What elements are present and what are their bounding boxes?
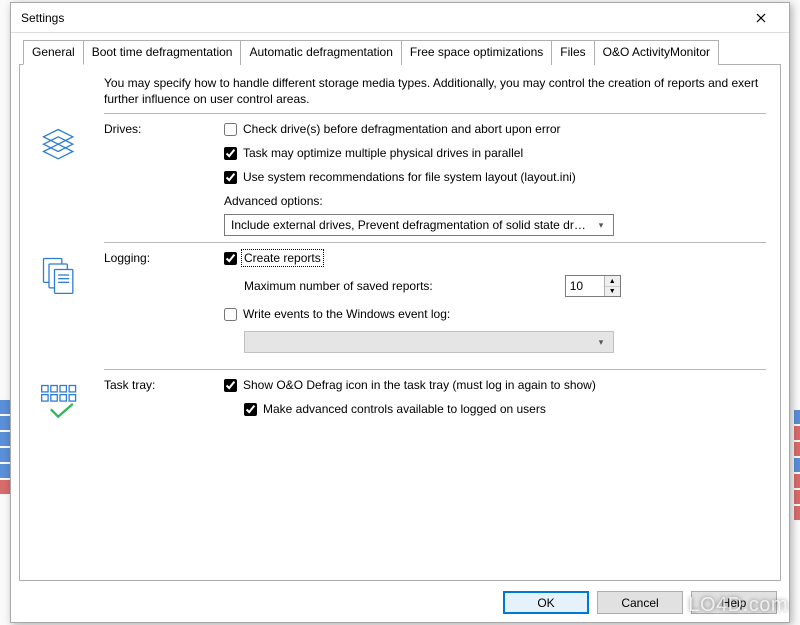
max-reports-input[interactable] — [566, 276, 604, 296]
task-tray-icon — [38, 380, 82, 424]
cancel-button[interactable]: Cancel — [597, 591, 683, 614]
tab-files[interactable]: Files — [551, 40, 594, 65]
settings-dialog: Settings General Boot time defragmentati… — [10, 2, 790, 623]
tab-boot-time[interactable]: Boot time defragmentation — [83, 40, 242, 65]
max-reports-spinner[interactable]: ▲ ▼ — [565, 275, 621, 297]
max-reports-label: Maximum number of saved reports: — [244, 279, 433, 293]
layout-ini-checkbox[interactable] — [224, 171, 237, 184]
intro-text: You may specify how to handle different … — [104, 75, 766, 107]
separator — [104, 113, 766, 114]
titlebar: Settings — [11, 3, 789, 33]
close-button[interactable] — [741, 4, 781, 32]
eventlog-level-dropdown: ▾ — [244, 331, 614, 353]
parallel-drives-checkbox[interactable] — [224, 147, 237, 160]
advanced-options-value: Include external drives, Prevent defragm… — [231, 218, 593, 232]
drives-icon — [38, 124, 82, 168]
create-reports-checkbox[interactable] — [224, 252, 237, 265]
separator — [104, 369, 766, 370]
layout-ini-label: Use system recommendations for file syst… — [243, 170, 576, 184]
show-tray-icon-label: Show O&O Defrag icon in the task tray (m… — [243, 378, 596, 392]
ok-button[interactable]: OK — [503, 591, 589, 614]
logging-label: Logging: — [104, 251, 224, 265]
create-reports-label: Create reports — [243, 251, 322, 265]
help-button[interactable]: Help — [691, 591, 777, 614]
check-drive-before-label: Check drive(s) before defragmentation an… — [243, 122, 561, 136]
tab-free-space[interactable]: Free space optimizations — [401, 40, 552, 65]
tabstrip: General Boot time defragmentation Automa… — [23, 40, 781, 65]
tab-automatic[interactable]: Automatic defragmentation — [240, 40, 401, 65]
advanced-options-dropdown[interactable]: Include external drives, Prevent defragm… — [224, 214, 614, 236]
separator — [104, 242, 766, 243]
show-tray-icon-checkbox[interactable] — [224, 379, 237, 392]
advanced-controls-label: Make advanced controls available to logg… — [263, 402, 546, 416]
spinner-down-button[interactable]: ▼ — [605, 287, 620, 297]
task-tray-label: Task tray: — [104, 378, 224, 392]
write-eventlog-checkbox[interactable] — [224, 308, 237, 321]
advanced-options-label: Advanced options: — [224, 194, 766, 208]
dialog-button-row: OK Cancel Help — [19, 581, 781, 614]
client-area: General Boot time defragmentation Automa… — [11, 33, 789, 622]
spinner-up-button[interactable]: ▲ — [605, 276, 620, 287]
drives-label: Drives: — [104, 122, 224, 136]
advanced-controls-checkbox[interactable] — [244, 403, 257, 416]
tab-content-general: You may specify how to handle different … — [19, 64, 781, 581]
window-title: Settings — [21, 11, 741, 25]
reports-icon — [38, 253, 82, 297]
write-eventlog-label: Write events to the Windows event log: — [243, 307, 450, 321]
tab-general[interactable]: General — [23, 40, 84, 65]
parallel-drives-label: Task may optimize multiple physical driv… — [243, 146, 523, 160]
tab-activity-monitor[interactable]: O&O ActivityMonitor — [594, 40, 719, 65]
chevron-down-icon: ▾ — [593, 337, 609, 348]
chevron-down-icon: ▾ — [593, 220, 609, 231]
check-drive-before-checkbox[interactable] — [224, 123, 237, 136]
